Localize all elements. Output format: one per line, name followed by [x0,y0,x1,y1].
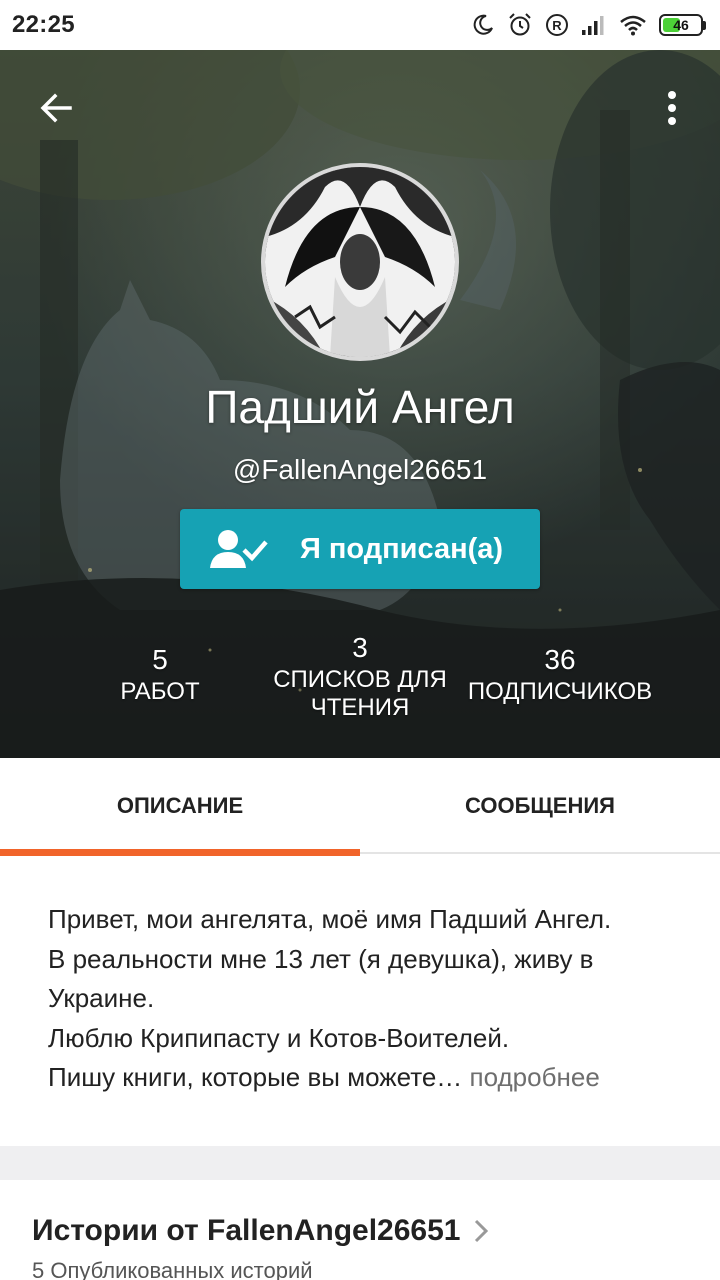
alarm-icon [507,12,533,38]
stat-followers-count: 36 [544,644,576,675]
stories-header-link[interactable]: Истории от FallenAngel26651 [32,1214,688,1248]
stat-reading-lists[interactable]: 3 СПИСКОВ ДЛЯ ЧТЕНИЯ [250,630,470,722]
svg-text:R: R [552,18,562,33]
stat-reading-lists-label-line2: ЧТЕНИЯ [310,694,410,721]
status-time: 22:25 [12,11,75,38]
status-icons: R 46 [471,12,706,38]
description-line: Украине. [48,983,155,1013]
moon-icon [471,12,495,38]
profile-username: @FallenAngel26651 [232,454,488,485]
stat-works-count: 5 [152,644,168,675]
description-line: В реальности мне 13 лет (я девушка), жив… [48,943,594,974]
description-line: Пишу книги, которые вы можете… [48,1062,463,1092]
stories-section: Истории от FallenAngel26651 5 Опубликова… [0,1180,720,1280]
stat-works[interactable]: 5 РАБОТ [50,642,270,706]
stat-followers-label: ПОДПИСЧИКОВ [467,678,653,705]
stat-works-label: РАБОТ [120,678,200,705]
battery-level: 46 [673,17,689,33]
description-last-line: Пишу книги, которые вы можете… подробнее [48,1058,672,1098]
description-line: Люблю Крипипасту и Котов-Воителей. [48,1022,510,1053]
registered-icon: R [545,12,569,38]
following-button[interactable]: Я подписан(а) [180,509,540,589]
tab-messages[interactable]: СООБЩЕНИЯ [360,758,720,854]
profile-display-name: Падший Ангел [205,381,515,433]
description-line: Привет, мои ангелята, моё имя Падший Анг… [48,904,612,934]
profile-tabs: ОПИСАНИЕ СООБЩЕНИЯ [0,758,720,856]
stories-subtitle: 5 Опубликованных историй [32,1258,313,1280]
signal-icon [581,12,607,38]
following-button-label: Я подписан(а) [300,532,504,565]
avatar-image [265,167,455,357]
more-options-button[interactable] [644,80,700,136]
chevron-right-icon [474,1219,489,1243]
battery-icon: 46 [659,14,706,36]
profile-stats: 5 РАБОТ 3 СПИСКОВ ДЛЯ ЧТЕНИЯ 36 ПОДПИСЧИ… [0,630,720,740]
status-bar: 22:25 R 46 [0,0,720,50]
stories-title: Истории от FallenAngel26651 [32,1214,461,1247]
more-vertical-icon [668,91,676,125]
stat-reading-lists-label-line1: СПИСКОВ ДЛЯ [273,666,447,693]
arrow-left-icon [40,93,72,123]
profile-header: Падший Ангел @FallenAngel26651 Я подписа… [0,50,720,758]
tab-description[interactable]: ОПИСАНИЕ [0,758,360,856]
back-button[interactable] [28,80,84,136]
stat-reading-lists-count: 3 [352,632,368,663]
read-more-link[interactable]: подробнее [470,1062,600,1092]
stat-followers[interactable]: 36 ПОДПИСЧИКОВ [450,642,670,706]
wifi-icon [619,12,647,38]
avatar[interactable] [261,163,459,361]
profile-description: Привет, мои ангелята, моё имя Падший Анг… [0,856,720,1146]
section-divider [0,1146,720,1180]
user-check-icon [208,528,280,570]
